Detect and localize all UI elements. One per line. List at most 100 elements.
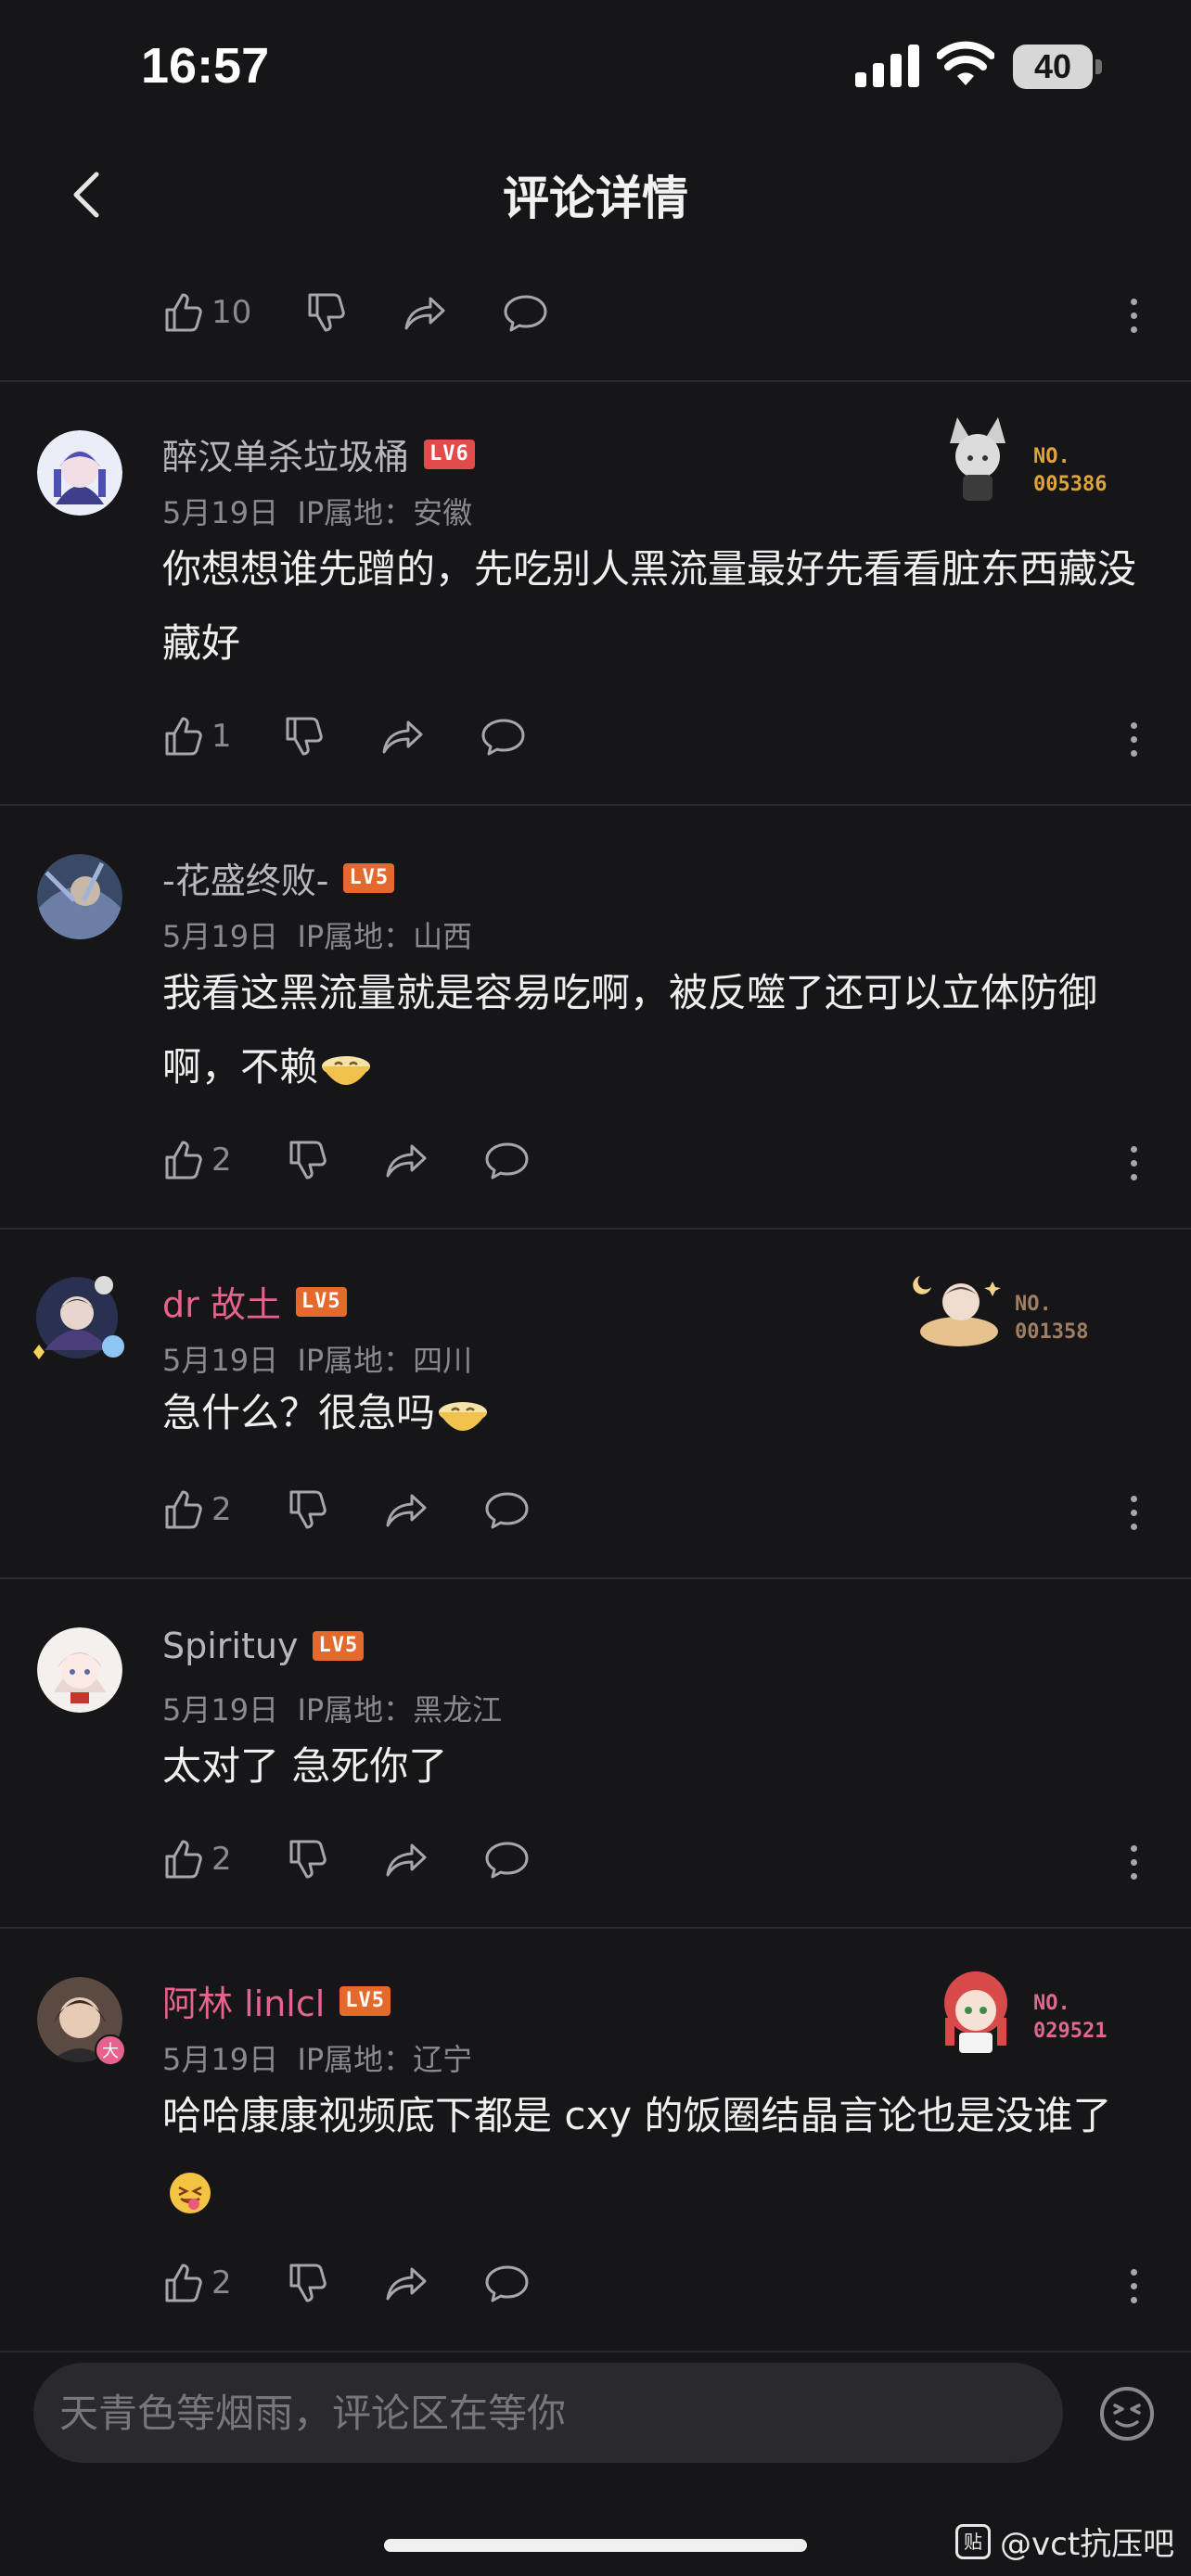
reply-button[interactable] (484, 1836, 531, 1882)
badge-no-label: NO. (1033, 445, 1070, 468)
level-badge: LV5 (313, 1631, 365, 1661)
share-icon (384, 1486, 430, 1533)
battery-level: 40 (1013, 45, 1093, 89)
comment-text: 哈哈康康视频底下都是 cxy 的饭圈结晶言论也是没谁了 (162, 2079, 1136, 2227)
username[interactable]: dr 故土 (162, 1276, 281, 1327)
dislike-button[interactable] (284, 1836, 330, 1882)
like-button[interactable]: 2 (160, 2260, 232, 2306)
level-badge: LV5 (339, 1985, 391, 2016)
ip-location: IP属地：四川 (297, 1343, 473, 1378)
action-row: 2 (0, 1098, 1191, 1228)
action-row: 1 (0, 674, 1191, 804)
more-dots-icon[interactable] (1128, 1845, 1139, 1882)
comment-date: 5月19日 (162, 919, 279, 954)
username[interactable]: 阿林 linlcl (162, 1975, 325, 2026)
comment-bubble-icon (484, 2260, 531, 2306)
more-dots-icon[interactable] (1128, 2269, 1139, 2306)
action-row: 10 (0, 250, 1191, 380)
battery-icon: 40 (1013, 45, 1102, 89)
share-icon (380, 713, 427, 759)
like-count: 1 (211, 718, 232, 755)
username[interactable]: Spirituy (162, 1626, 298, 1666)
share-button[interactable] (384, 1486, 430, 1533)
username[interactable]: -花盛终败- (162, 852, 328, 903)
emoji-icon[interactable] (1098, 2385, 1156, 2442)
comment-bubble-icon (484, 1486, 531, 1533)
fan-badge: NO. 001358 (913, 1263, 1108, 1365)
comment-text: 太对了 急死你了 (162, 1743, 448, 1789)
comment-item: Spirituy LV5 5月19日 IP属地：黑龙江 太对了 急死你了 2 (0, 1579, 1191, 1927)
badge-number: 029521 (1033, 2020, 1108, 2043)
comment-meta: 5月19日 IP属地：四川 (162, 1337, 472, 1380)
action-row: 2 (0, 1797, 1191, 1927)
ip-location: IP属地：黑龙江 (297, 1692, 503, 1728)
comment-input[interactable] (33, 2363, 1063, 2463)
more-dots-icon[interactable] (1128, 1146, 1139, 1183)
fan-badge: NO. 029521 (941, 1962, 1126, 2064)
comment-text: 我看这黑流量就是容易吃啊，被反噬了还可以立体防御啊，不赖 (162, 956, 1136, 1104)
avatar[interactable] (37, 430, 122, 516)
reply-button[interactable] (484, 1486, 531, 1533)
thumbs-down-icon (302, 289, 349, 336)
share-button[interactable] (403, 289, 449, 336)
comment-meta: 5月19日 IP属地：黑龙江 (162, 1687, 502, 1729)
comment-bubble-icon (484, 1836, 531, 1882)
more-dots-icon[interactable] (1128, 722, 1139, 759)
dislike-button[interactable] (284, 1137, 330, 1183)
watermark-text: @vct抗压吧 (1000, 2526, 1175, 2563)
wifi-icon (937, 41, 994, 85)
dislike-button[interactable] (284, 1486, 330, 1533)
like-button[interactable]: 2 (160, 1836, 232, 1882)
badge-avatar-icon (944, 1971, 1007, 2053)
action-row: 2 (0, 2221, 1191, 2351)
avatar[interactable]: 大 (37, 1977, 126, 2066)
comment-feed[interactable]: 10 醉汉单杀垃圾桶 LV6 5月19日 IP属地：安徽 NO. 005386 你… (0, 250, 1191, 2353)
like-button[interactable]: 10 (160, 289, 251, 336)
status-bar: 16:57 40 (0, 0, 1191, 139)
divider (0, 2351, 1191, 2353)
share-button[interactable] (384, 1836, 430, 1882)
level-badge: LV5 (295, 1286, 347, 1317)
level-badge: LV5 (343, 862, 395, 893)
more-dots-icon[interactable] (1128, 299, 1139, 336)
like-button[interactable]: 2 (160, 1486, 232, 1533)
share-button[interactable] (384, 1137, 430, 1183)
share-button[interactable] (384, 2260, 430, 2306)
thumbs-down-icon (280, 713, 327, 759)
badge-avatar-icon (913, 1276, 1001, 1346)
share-button[interactable] (380, 713, 427, 759)
comment-date: 5月19日 (162, 495, 279, 530)
avatar[interactable] (37, 1627, 122, 1713)
like-button[interactable]: 2 (160, 1137, 232, 1183)
reply-button[interactable] (484, 1137, 531, 1183)
dislike-button[interactable] (280, 713, 327, 759)
reply-button[interactable] (484, 2260, 531, 2306)
avatar[interactable] (37, 854, 122, 939)
ip-location: IP属地：山西 (297, 919, 473, 954)
share-icon (384, 1137, 430, 1183)
badge-avatar-icon (950, 417, 1005, 501)
share-icon (384, 1836, 430, 1882)
comment-input-bar[interactable] (33, 2363, 1063, 2463)
thumbs-up-icon (160, 2260, 206, 2306)
share-icon (384, 2260, 430, 2306)
reply-button[interactable] (480, 713, 527, 759)
comment-item: 大 阿林 linlcl LV5 5月19日 IP属地：辽宁 NO. 029521 … (0, 1929, 1191, 2351)
ip-location: IP属地：辽宁 (297, 2042, 473, 2077)
reply-button[interactable] (503, 289, 549, 336)
thumbs-up-icon (160, 1836, 206, 1882)
thumbs-up-icon (160, 1137, 206, 1183)
like-count: 2 (211, 1491, 232, 1528)
home-indicator (384, 2539, 807, 2552)
username[interactable]: 醉汉单杀垃圾桶 (162, 428, 409, 479)
share-icon (403, 289, 449, 336)
like-button[interactable]: 1 (160, 713, 232, 759)
comment-item: -花盛终败- LV5 5月19日 IP属地：山西 我看这黑流量就是容易吃啊，被反… (0, 806, 1191, 1228)
dislike-button[interactable] (284, 2260, 330, 2306)
avatar[interactable] (26, 1267, 128, 1369)
tieba-logo-icon: 贴 (955, 2523, 991, 2559)
avatar-tag: 大 (95, 2034, 126, 2066)
comment-meta: 5月19日 IP属地：山西 (162, 913, 472, 956)
more-dots-icon[interactable] (1128, 1496, 1139, 1533)
dislike-button[interactable] (302, 289, 349, 336)
